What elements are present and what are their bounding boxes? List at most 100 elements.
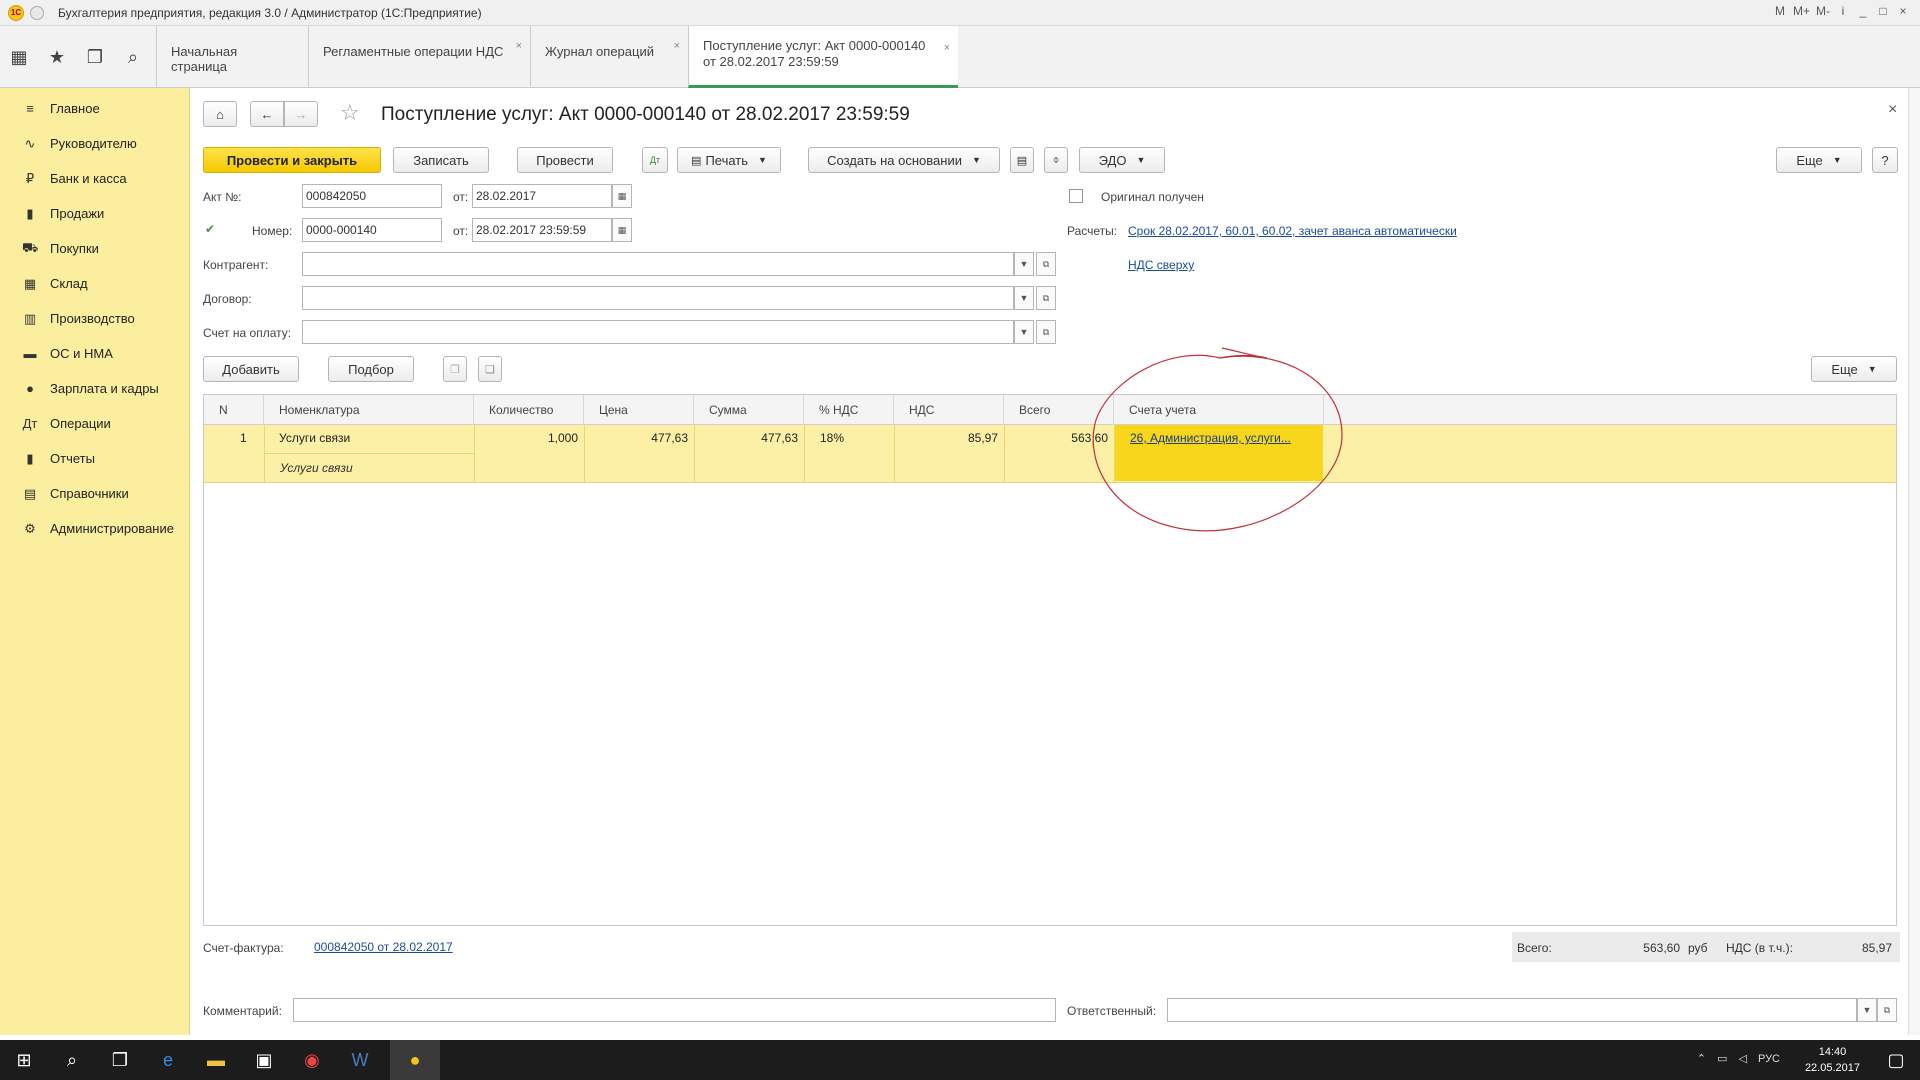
sidebar-item-operations[interactable]: Дт Операции <box>0 406 190 441</box>
sidebar-item-bank[interactable]: ₽ Банк и касса <box>0 161 190 196</box>
create-based-on-button[interactable]: Создать на основании ▼ <box>808 147 1000 173</box>
1c-app-icon[interactable]: ● <box>390 1040 440 1080</box>
file-explorer-icon[interactable]: ▬ <box>192 1040 240 1080</box>
edge-browser-icon[interactable]: e <box>144 1040 192 1080</box>
cell-price[interactable]: 477,63 <box>584 431 688 445</box>
sidebar-item-assets[interactable]: ▬ ОС и НМА <box>0 336 190 371</box>
store-icon[interactable]: ▣ <box>240 1040 288 1080</box>
favorites-star-icon[interactable]: ★ <box>38 47 76 68</box>
attachment-icon[interactable]: ⌽ <box>1044 147 1068 173</box>
memory-plus-icon[interactable]: M+ <box>1793 4 1810 18</box>
home-button[interactable]: ⌂ <box>203 101 237 127</box>
vat-on-top-link[interactable]: НДС сверху <box>1128 258 1194 272</box>
notifications-icon[interactable]: ▢ <box>1872 1040 1920 1080</box>
tab-vat-operations[interactable]: Регламентные операции НДС × <box>308 26 530 88</box>
col-sum[interactable]: Сумма <box>694 395 804 425</box>
more-button[interactable]: Еще ▼ <box>1776 147 1862 173</box>
help-button[interactable]: ? <box>1872 147 1898 173</box>
number-date-input[interactable]: 28.02.2017 23:59:59 <box>472 218 612 242</box>
col-price[interactable]: Цена <box>584 395 694 425</box>
chevron-down-icon[interactable]: ▼ <box>1014 286 1034 310</box>
task-view-icon[interactable]: ❐ <box>96 1040 144 1080</box>
sidebar-item-main[interactable]: ≡ Главное <box>0 91 190 126</box>
clock[interactable]: 14:40 22.05.2017 <box>1805 1044 1860 1076</box>
sidebar-item-sales[interactable]: ▮ Продажи <box>0 196 190 231</box>
sidebar-item-reports[interactable]: ▮ Отчеты <box>0 441 190 476</box>
post-button[interactable]: Провести <box>517 147 613 173</box>
act-date-input[interactable]: 28.02.2017 <box>472 184 612 208</box>
cell-vat-rate[interactable]: 18% <box>820 431 844 445</box>
col-vat[interactable]: НДС <box>894 395 1004 425</box>
pick-button[interactable]: Подбор <box>328 356 414 382</box>
close-document-button[interactable]: × <box>1888 101 1897 119</box>
search-icon[interactable]: ⌕ <box>114 47 152 68</box>
calendar-icon[interactable]: ▦ <box>612 218 632 242</box>
volume-icon[interactable]: ◁ <box>1738 1053 1746 1065</box>
cell-nomenclature[interactable]: Услуги связи <box>279 431 350 445</box>
close-icon[interactable]: × <box>674 40 680 52</box>
chevron-down-icon[interactable]: ▼ <box>1014 320 1034 344</box>
memory-icon[interactable]: M <box>1773 4 1787 18</box>
table-row[interactable]: 1 Услуги связи Услуги связи 1,000 477,63… <box>204 425 1896 483</box>
cell-quantity[interactable]: 1,000 <box>474 431 578 445</box>
dt-kt-icon[interactable]: Дт <box>642 147 668 173</box>
language-indicator[interactable]: РУС <box>1758 1053 1780 1065</box>
document-icon[interactable]: ▤ <box>1010 147 1034 173</box>
cell-nomenclature-content[interactable]: Услуги связи <box>280 461 353 475</box>
apps-grid-icon[interactable]: ▦ <box>0 47 38 68</box>
sidebar-item-purchases[interactable]: ⛟ Покупки <box>0 231 190 266</box>
sidebar-item-production[interactable]: ▥ Производство <box>0 301 190 336</box>
tab-home[interactable]: Начальная страница <box>156 26 308 88</box>
search-icon[interactable]: ⌕ <box>48 1040 96 1080</box>
sidebar-item-catalogs[interactable]: ▤ Справочники <box>0 476 190 511</box>
back-button[interactable]: ← <box>250 101 284 127</box>
number-input[interactable]: 0000-000140 <box>302 218 442 242</box>
comment-input[interactable] <box>293 998 1056 1022</box>
tab-document[interactable]: Поступление услуг: Акт 0000-000140 от 28… <box>688 26 958 88</box>
save-button[interactable]: Записать <box>393 147 489 173</box>
close-window-button[interactable]: × <box>1896 4 1910 18</box>
responsible-input[interactable] <box>1167 998 1857 1022</box>
word-icon[interactable]: W <box>336 1040 384 1080</box>
original-received-checkbox[interactable] <box>1069 189 1083 203</box>
paste-row-icon[interactable]: ❏ <box>478 356 502 382</box>
contract-input[interactable] <box>302 286 1014 310</box>
history-icon[interactable]: ❐ <box>76 47 114 68</box>
sidebar-item-warehouse[interactable]: ▦ Склад <box>0 266 190 301</box>
network-icon[interactable]: ▭ <box>1717 1053 1727 1065</box>
calendar-icon[interactable]: ▦ <box>612 184 632 208</box>
open-link-icon[interactable]: ⧉ <box>1036 286 1056 310</box>
col-nomenclature[interactable]: Номенклатура <box>264 395 474 425</box>
cell-n[interactable]: 1 <box>240 431 247 445</box>
post-and-close-button[interactable]: Провести и закрыть <box>203 147 381 173</box>
close-icon[interactable]: × <box>516 40 522 52</box>
sidebar-item-manager[interactable]: ∿ Руководителю <box>0 126 190 161</box>
invoice-for-payment-input[interactable] <box>302 320 1014 344</box>
chevron-up-icon[interactable]: ⌃ <box>1697 1053 1706 1065</box>
settlements-link[interactable]: Срок 28.02.2017, 60.01, 60.02, зачет ава… <box>1128 224 1457 238</box>
counterparty-input[interactable] <box>302 252 1014 276</box>
sidebar-item-admin[interactable]: ⚙ Администрирование <box>0 511 190 546</box>
edo-button[interactable]: ЭДО ▼ <box>1079 147 1165 173</box>
windows-start-icon[interactable]: ⊞ <box>0 1040 48 1080</box>
info-icon[interactable]: i <box>1836 4 1850 18</box>
cell-sum[interactable]: 477,63 <box>694 431 798 445</box>
close-icon[interactable]: × <box>944 40 950 56</box>
right-scrollbar[interactable] <box>1908 88 1920 1035</box>
cell-vat[interactable]: 85,97 <box>894 431 998 445</box>
memory-minus-icon[interactable]: M- <box>1816 4 1830 18</box>
favorite-star-icon[interactable]: ☆ <box>340 100 360 126</box>
open-link-icon[interactable]: ⧉ <box>1036 320 1056 344</box>
tab-journal[interactable]: Журнал операций × <box>530 26 688 88</box>
window-menu-icon[interactable] <box>30 5 44 20</box>
col-quantity[interactable]: Количество <box>474 395 584 425</box>
act-number-input[interactable]: 000842050 <box>302 184 442 208</box>
table-more-button[interactable]: Еще ▼ <box>1811 356 1897 382</box>
sidebar-item-salary[interactable]: ● Зарплата и кадры <box>0 371 190 406</box>
forward-button[interactable]: → <box>284 101 318 127</box>
chevron-down-icon[interactable]: ▼ <box>1857 998 1877 1022</box>
col-n[interactable]: N <box>204 395 264 425</box>
maximize-button[interactable]: □ <box>1876 4 1890 18</box>
col-vat-rate[interactable]: % НДС <box>804 395 894 425</box>
open-link-icon[interactable]: ⧉ <box>1036 252 1056 276</box>
